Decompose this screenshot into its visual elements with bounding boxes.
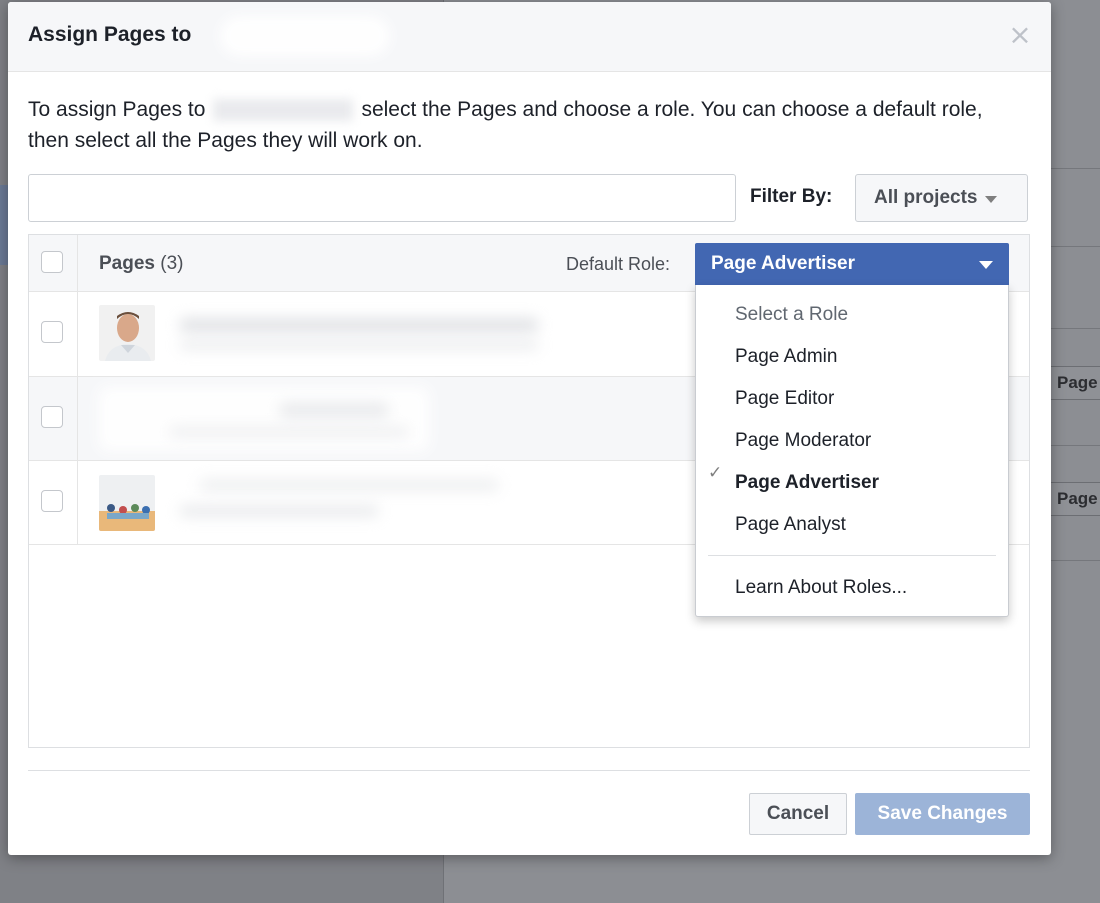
- redacted-page-info: [169, 427, 409, 437]
- column-divider: [77, 235, 78, 545]
- filter-projects-dropdown[interactable]: All projects: [855, 174, 1028, 222]
- menu-item-label: Page Advertiser: [735, 472, 879, 493]
- redacted-page-name: [279, 403, 389, 417]
- cancel-button[interactable]: Cancel: [749, 793, 847, 835]
- menu-divider: [708, 555, 996, 556]
- checkmark-icon: ✓: [708, 463, 723, 483]
- pages-header-label: Pages: [99, 253, 155, 274]
- redacted-page-info: [179, 340, 539, 350]
- filter-by-label: Filter By:: [750, 186, 833, 207]
- background-role-chip: Page A: [1048, 366, 1100, 400]
- filter-value: All projects: [874, 187, 978, 208]
- default-role-value: Page Advertiser: [711, 253, 855, 274]
- page-avatar: [99, 305, 155, 361]
- footer-divider: [28, 770, 1030, 771]
- menu-item-page-advertiser[interactable]: ✓ Page Advertiser: [696, 463, 1008, 503]
- dialog-description: To assign Pages to select the Pages and c…: [28, 94, 1018, 156]
- default-role-dropdown[interactable]: Page Advertiser: [695, 243, 1009, 285]
- learn-about-roles-link[interactable]: Learn About Roles...: [696, 568, 1008, 608]
- role-menu: Select a Role Page Admin Page Editor Pag…: [695, 285, 1009, 617]
- redacted-page-name: [179, 318, 539, 332]
- assign-pages-dialog: Assign Pages to × To assign Pages to sele…: [8, 2, 1051, 855]
- search-pages-input[interactable]: [28, 174, 736, 222]
- menu-header-select-role: Select a Role: [735, 304, 849, 325]
- redacted-page-name: [199, 479, 499, 491]
- row-checkbox[interactable]: [41, 321, 63, 343]
- pages-column-header: Pages (3): [99, 253, 184, 275]
- row-checkbox[interactable]: [41, 406, 63, 428]
- save-changes-button[interactable]: Save Changes: [855, 793, 1030, 835]
- menu-item-page-moderator[interactable]: Page Moderator: [696, 421, 1008, 461]
- close-icon[interactable]: ×: [1007, 21, 1033, 49]
- page-avatar: [99, 475, 155, 531]
- select-all-checkbox[interactable]: [41, 251, 63, 273]
- description-text-start: To assign Pages to: [28, 98, 206, 121]
- pages-count: (3): [160, 253, 184, 274]
- menu-item-page-editor[interactable]: Page Editor: [696, 379, 1008, 419]
- default-role-label: Default Role:: [566, 254, 671, 274]
- dialog-header: Assign Pages to ×: [8, 2, 1051, 72]
- background-role-chip: Page A: [1048, 482, 1100, 516]
- caret-down-icon: [985, 195, 998, 203]
- menu-item-page-analyst[interactable]: Page Analyst: [696, 505, 1008, 545]
- redacted-page-info: [179, 505, 379, 517]
- caret-down-icon: [979, 261, 993, 269]
- redacted-user-name: [220, 16, 390, 56]
- menu-item-page-admin[interactable]: Page Admin: [696, 337, 1008, 377]
- row-checkbox[interactable]: [41, 490, 63, 512]
- dialog-title: Assign Pages to: [28, 23, 192, 46]
- redacted-page-info: [99, 387, 429, 451]
- redacted-user-name: [213, 99, 354, 122]
